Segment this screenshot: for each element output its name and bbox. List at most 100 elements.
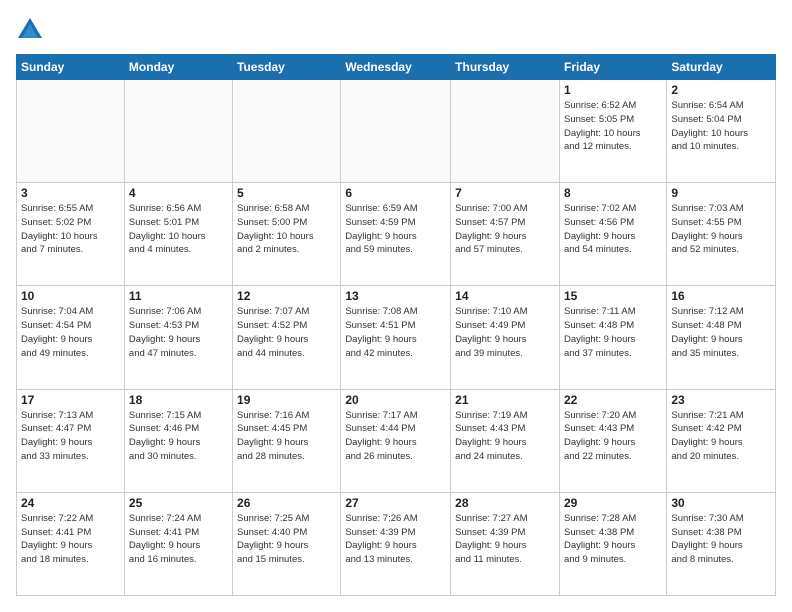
day-info: Sunrise: 6:55 AM Sunset: 5:02 PM Dayligh… (21, 202, 120, 257)
day-number: 11 (129, 289, 228, 303)
day-number: 19 (237, 393, 336, 407)
day-info: Sunrise: 7:13 AM Sunset: 4:47 PM Dayligh… (21, 409, 120, 464)
day-info: Sunrise: 7:11 AM Sunset: 4:48 PM Dayligh… (564, 305, 662, 360)
day-info: Sunrise: 7:04 AM Sunset: 4:54 PM Dayligh… (21, 305, 120, 360)
day-number: 23 (671, 393, 771, 407)
calendar-week-row: 3 Sunrise: 6:55 AM Sunset: 5:02 PM Daylig… (17, 183, 776, 286)
calendar-cell: 7 Sunrise: 7:00 AM Sunset: 4:57 PM Daylig… (451, 183, 560, 286)
calendar-cell: 23 Sunrise: 7:21 AM Sunset: 4:42 PM Dayli… (667, 389, 776, 492)
logo (16, 16, 46, 44)
day-info: Sunrise: 7:24 AM Sunset: 4:41 PM Dayligh… (129, 512, 228, 567)
calendar-header: SundayMondayTuesdayWednesdayThursdayFrid… (17, 55, 776, 80)
day-number: 6 (345, 186, 446, 200)
calendar-cell: 10 Sunrise: 7:04 AM Sunset: 4:54 PM Dayli… (17, 286, 125, 389)
calendar-cell: 17 Sunrise: 7:13 AM Sunset: 4:47 PM Dayli… (17, 389, 125, 492)
calendar-cell (341, 80, 451, 183)
calendar-cell: 11 Sunrise: 7:06 AM Sunset: 4:53 PM Dayli… (124, 286, 232, 389)
calendar-cell: 22 Sunrise: 7:20 AM Sunset: 4:43 PM Dayli… (559, 389, 666, 492)
day-info: Sunrise: 6:52 AM Sunset: 5:05 PM Dayligh… (564, 99, 662, 154)
calendar-cell: 20 Sunrise: 7:17 AM Sunset: 4:44 PM Dayli… (341, 389, 451, 492)
day-info: Sunrise: 6:59 AM Sunset: 4:59 PM Dayligh… (345, 202, 446, 257)
day-number: 15 (564, 289, 662, 303)
day-info: Sunrise: 7:21 AM Sunset: 4:42 PM Dayligh… (671, 409, 771, 464)
header-row: SundayMondayTuesdayWednesdayThursdayFrid… (17, 55, 776, 80)
calendar-week-row: 24Sunrise: 7:22 AM Sunset: 4:41 PM Dayli… (17, 492, 776, 595)
calendar-cell (233, 80, 341, 183)
calendar-cell: 6 Sunrise: 6:59 AM Sunset: 4:59 PM Daylig… (341, 183, 451, 286)
day-info: Sunrise: 6:56 AM Sunset: 5:01 PM Dayligh… (129, 202, 228, 257)
logo-icon (16, 16, 44, 44)
page: SundayMondayTuesdayWednesdayThursdayFrid… (0, 0, 792, 612)
day-number: 3 (21, 186, 120, 200)
calendar-cell: 15 Sunrise: 7:11 AM Sunset: 4:48 PM Dayli… (559, 286, 666, 389)
header (16, 16, 776, 44)
day-number: 30 (671, 496, 771, 510)
calendar-cell: 21Sunrise: 7:19 AM Sunset: 4:43 PM Dayli… (451, 389, 560, 492)
calendar-cell: 4 Sunrise: 6:56 AM Sunset: 5:01 PM Daylig… (124, 183, 232, 286)
calendar: SundayMondayTuesdayWednesdayThursdayFrid… (16, 54, 776, 596)
weekday-header: Sunday (17, 55, 125, 80)
day-info: Sunrise: 7:08 AM Sunset: 4:51 PM Dayligh… (345, 305, 446, 360)
day-number: 4 (129, 186, 228, 200)
calendar-cell: 27 Sunrise: 7:26 AM Sunset: 4:39 PM Dayli… (341, 492, 451, 595)
day-number: 17 (21, 393, 120, 407)
day-info: Sunrise: 7:15 AM Sunset: 4:46 PM Dayligh… (129, 409, 228, 464)
calendar-cell: 18Sunrise: 7:15 AM Sunset: 4:46 PM Dayli… (124, 389, 232, 492)
calendar-cell: 8Sunrise: 7:02 AM Sunset: 4:56 PM Daylig… (559, 183, 666, 286)
day-info: Sunrise: 7:17 AM Sunset: 4:44 PM Dayligh… (345, 409, 446, 464)
day-number: 22 (564, 393, 662, 407)
calendar-cell (17, 80, 125, 183)
day-number: 20 (345, 393, 446, 407)
day-number: 28 (455, 496, 555, 510)
day-info: Sunrise: 7:27 AM Sunset: 4:39 PM Dayligh… (455, 512, 555, 567)
day-info: Sunrise: 7:16 AM Sunset: 4:45 PM Dayligh… (237, 409, 336, 464)
calendar-cell: 3 Sunrise: 6:55 AM Sunset: 5:02 PM Daylig… (17, 183, 125, 286)
day-number: 29 (564, 496, 662, 510)
day-info: Sunrise: 7:00 AM Sunset: 4:57 PM Dayligh… (455, 202, 555, 257)
day-number: 25 (129, 496, 228, 510)
day-info: Sunrise: 7:10 AM Sunset: 4:49 PM Dayligh… (455, 305, 555, 360)
calendar-cell: 28 Sunrise: 7:27 AM Sunset: 4:39 PM Dayli… (451, 492, 560, 595)
day-number: 12 (237, 289, 336, 303)
calendar-cell: 19 Sunrise: 7:16 AM Sunset: 4:45 PM Dayli… (233, 389, 341, 492)
day-number: 16 (671, 289, 771, 303)
calendar-week-row: 1 Sunrise: 6:52 AM Sunset: 5:05 PM Daylig… (17, 80, 776, 183)
day-number: 10 (21, 289, 120, 303)
weekday-header: Saturday (667, 55, 776, 80)
day-number: 2 (671, 83, 771, 97)
calendar-cell: 24Sunrise: 7:22 AM Sunset: 4:41 PM Dayli… (17, 492, 125, 595)
calendar-cell: 29Sunrise: 7:28 AM Sunset: 4:38 PM Dayli… (559, 492, 666, 595)
day-info: Sunrise: 7:06 AM Sunset: 4:53 PM Dayligh… (129, 305, 228, 360)
day-number: 14 (455, 289, 555, 303)
calendar-cell: 13 Sunrise: 7:08 AM Sunset: 4:51 PM Dayli… (341, 286, 451, 389)
day-number: 8 (564, 186, 662, 200)
calendar-cell: 30 Sunrise: 7:30 AM Sunset: 4:38 PM Dayli… (667, 492, 776, 595)
day-number: 13 (345, 289, 446, 303)
day-info: Sunrise: 6:58 AM Sunset: 5:00 PM Dayligh… (237, 202, 336, 257)
calendar-week-row: 17 Sunrise: 7:13 AM Sunset: 4:47 PM Dayli… (17, 389, 776, 492)
calendar-cell: 12 Sunrise: 7:07 AM Sunset: 4:52 PM Dayli… (233, 286, 341, 389)
day-info: Sunrise: 7:12 AM Sunset: 4:48 PM Dayligh… (671, 305, 771, 360)
day-info: Sunrise: 7:19 AM Sunset: 4:43 PM Dayligh… (455, 409, 555, 464)
weekday-header: Monday (124, 55, 232, 80)
calendar-cell: 26Sunrise: 7:25 AM Sunset: 4:40 PM Dayli… (233, 492, 341, 595)
day-info: Sunrise: 7:20 AM Sunset: 4:43 PM Dayligh… (564, 409, 662, 464)
calendar-week-row: 10 Sunrise: 7:04 AM Sunset: 4:54 PM Dayli… (17, 286, 776, 389)
day-number: 5 (237, 186, 336, 200)
calendar-cell (124, 80, 232, 183)
calendar-cell: 16 Sunrise: 7:12 AM Sunset: 4:48 PM Dayli… (667, 286, 776, 389)
day-number: 1 (564, 83, 662, 97)
day-info: Sunrise: 7:22 AM Sunset: 4:41 PM Dayligh… (21, 512, 120, 567)
calendar-table: SundayMondayTuesdayWednesdayThursdayFrid… (16, 54, 776, 596)
weekday-header: Thursday (451, 55, 560, 80)
weekday-header: Wednesday (341, 55, 451, 80)
day-info: Sunrise: 7:30 AM Sunset: 4:38 PM Dayligh… (671, 512, 771, 567)
calendar-cell: 2Sunrise: 6:54 AM Sunset: 5:04 PM Daylig… (667, 80, 776, 183)
day-info: Sunrise: 7:07 AM Sunset: 4:52 PM Dayligh… (237, 305, 336, 360)
day-number: 27 (345, 496, 446, 510)
day-number: 7 (455, 186, 555, 200)
calendar-cell: 1 Sunrise: 6:52 AM Sunset: 5:05 PM Daylig… (559, 80, 666, 183)
weekday-header: Friday (559, 55, 666, 80)
day-info: Sunrise: 7:26 AM Sunset: 4:39 PM Dayligh… (345, 512, 446, 567)
calendar-cell: 14 Sunrise: 7:10 AM Sunset: 4:49 PM Dayli… (451, 286, 560, 389)
